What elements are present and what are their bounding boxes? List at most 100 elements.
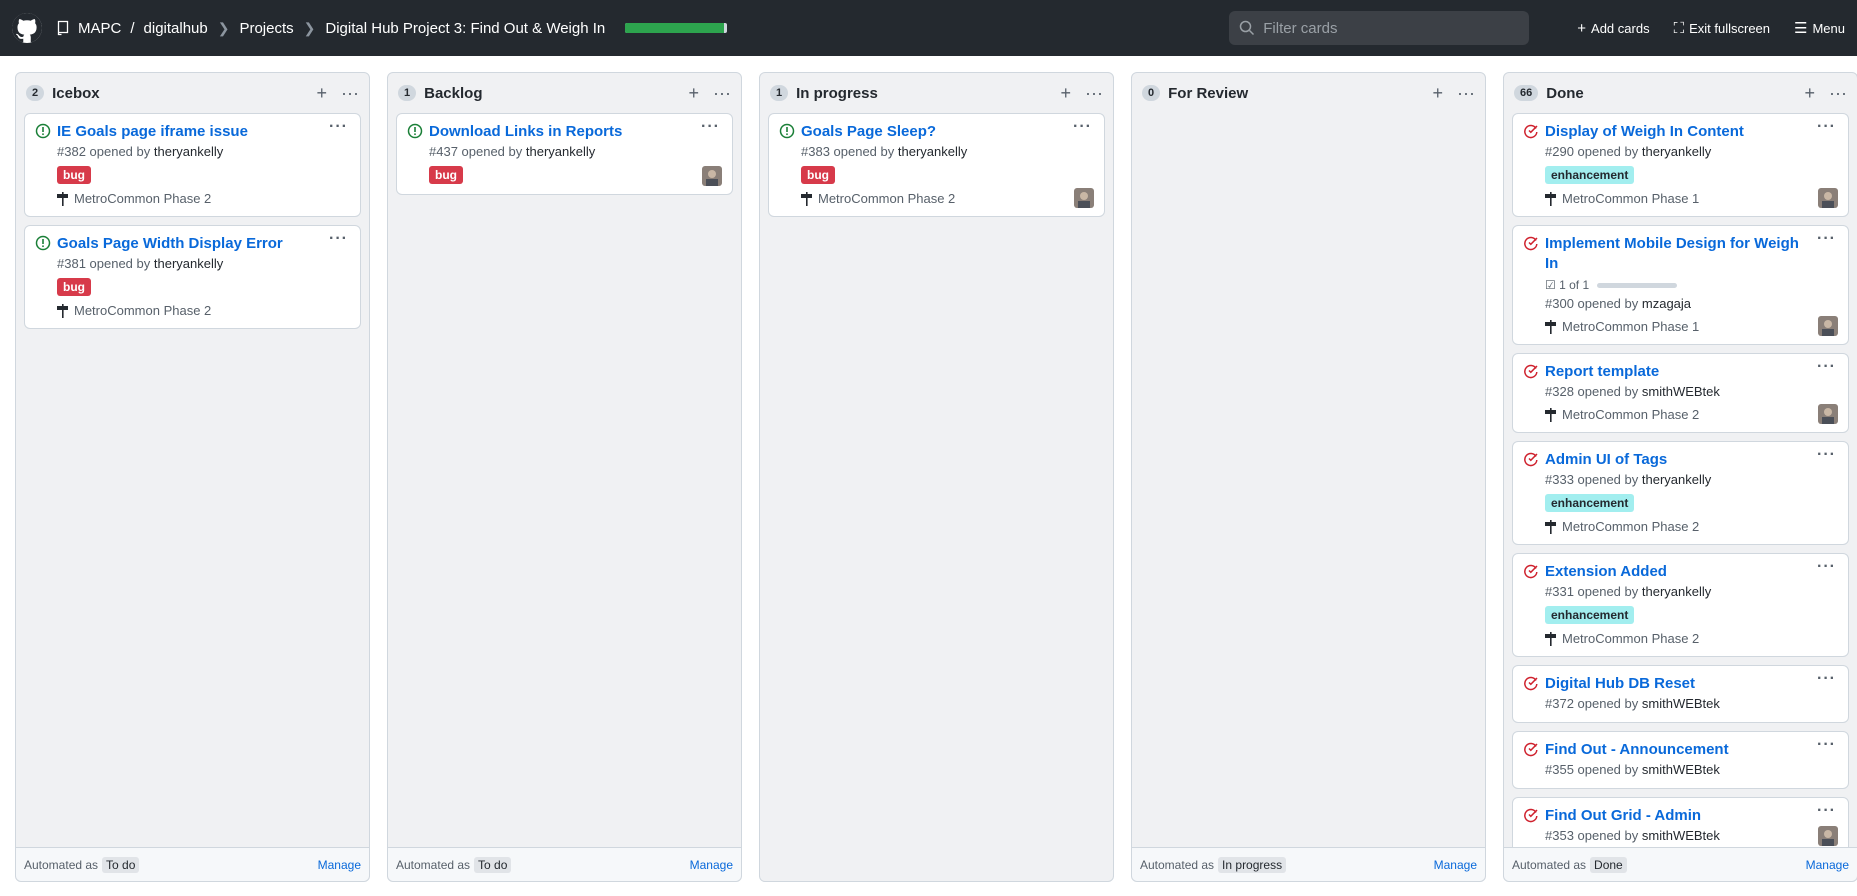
issue-label[interactable]: enhancement <box>1545 606 1635 624</box>
issue-card[interactable]: ··· IE Goals page iframe issue #382 opened… <box>24 113 361 217</box>
issue-title-link[interactable]: Implement Mobile Design for Weigh In <box>1545 234 1838 274</box>
milestone[interactable]: MetroCommon Phase 2 <box>1545 518 1838 536</box>
plus-icon[interactable]: + <box>1061 83 1072 104</box>
issue-label[interactable]: bug <box>57 278 91 296</box>
issue-title-link[interactable]: Extension Added <box>1545 562 1838 582</box>
projects-link[interactable]: Projects <box>239 20 293 37</box>
filter-cards-input[interactable] <box>1263 19 1514 37</box>
issue-title-link[interactable]: Find Out Grid - Admin <box>1545 806 1838 826</box>
card-menu-icon[interactable]: ··· <box>1817 358 1836 376</box>
assignee-avatar[interactable] <box>702 166 722 186</box>
issue-label[interactable]: enhancement <box>1545 494 1635 512</box>
issue-card[interactable]: ··· Admin UI of Tags #333 opened by therya… <box>1512 441 1849 545</box>
manage-automation-link[interactable]: Manage <box>690 858 733 872</box>
issue-author[interactable]: smithWEBtek <box>1642 384 1720 399</box>
card-menu-icon[interactable]: ··· <box>1817 802 1836 820</box>
kebab-icon[interactable]: ··· <box>1829 83 1847 104</box>
assignee-avatar[interactable] <box>1818 188 1838 208</box>
card-menu-icon[interactable]: ··· <box>1817 118 1836 136</box>
plus-icon[interactable]: + <box>689 83 700 104</box>
issue-author[interactable]: theryankelly <box>898 144 967 159</box>
issue-label[interactable]: bug <box>57 166 91 184</box>
issue-title-link[interactable]: Goals Page Sleep? <box>801 122 1094 142</box>
issue-meta: #437 opened by theryankelly <box>429 142 722 162</box>
issue-card[interactable]: ··· Display of Weigh In Content #290 opene… <box>1512 113 1849 217</box>
card-menu-icon[interactable]: ··· <box>1817 558 1836 576</box>
card-menu-icon[interactable]: ··· <box>1073 118 1092 136</box>
issue-author[interactable]: smithWEBtek <box>1642 762 1720 777</box>
issue-title-link[interactable]: Goals Page Width Display Error <box>57 234 350 254</box>
kebab-icon[interactable]: ··· <box>1085 83 1103 104</box>
hamburger-icon: ☰ <box>1794 20 1808 37</box>
issue-card[interactable]: ··· Extension Added #331 opened by theryan… <box>1512 553 1849 657</box>
milestone[interactable]: MetroCommon Phase 1 <box>1545 318 1838 336</box>
assignee-avatar[interactable] <box>1818 826 1838 846</box>
issue-author[interactable]: theryankelly <box>154 144 223 159</box>
card-menu-icon[interactable]: ··· <box>1817 446 1836 464</box>
assignee-avatar[interactable] <box>1818 316 1838 336</box>
card-menu-icon[interactable]: ··· <box>1817 230 1836 248</box>
issue-card[interactable]: ··· Digital Hub DB Reset #372 opened by sm… <box>1512 665 1849 723</box>
plus-icon[interactable]: + <box>1433 83 1444 104</box>
issue-card[interactable]: ··· Implement Mobile Design for Weigh In ☑… <box>1512 225 1849 345</box>
plus-icon[interactable]: + <box>317 83 328 104</box>
issue-card[interactable]: ··· Find Out - Announcement #355 opened by… <box>1512 731 1849 789</box>
exit-fullscreen-button[interactable]: ⛶ Exit fullscreen <box>1674 20 1770 37</box>
plus-icon[interactable]: + <box>1805 83 1816 104</box>
issue-title-link[interactable]: Download Links in Reports <box>429 122 722 142</box>
card-menu-icon[interactable]: ··· <box>701 118 720 136</box>
issue-card[interactable]: ··· Goals Page Sleep? #383 opened by thery… <box>768 113 1105 217</box>
milestone[interactable]: MetroCommon Phase 2 <box>1545 406 1838 424</box>
project-title[interactable]: Digital Hub Project 3: Find Out & Weigh … <box>325 20 605 37</box>
manage-automation-link[interactable]: Manage <box>1806 858 1849 872</box>
milestone[interactable]: MetroCommon Phase 2 <box>801 190 1094 208</box>
card-menu-icon[interactable]: ··· <box>329 230 348 248</box>
issue-title-link[interactable]: Display of Weigh In Content <box>1545 122 1838 142</box>
kebab-icon[interactable]: ··· <box>713 83 731 104</box>
card-menu-icon[interactable]: ··· <box>329 118 348 136</box>
issue-title-link[interactable]: Admin UI of Tags <box>1545 450 1838 470</box>
menu-button[interactable]: ☰ Menu <box>1794 19 1845 37</box>
issue-label[interactable]: bug <box>801 166 835 184</box>
issue-card[interactable]: ··· Goals Page Width Display Error #381 op… <box>24 225 361 329</box>
issue-author[interactable]: mzagaja <box>1642 296 1691 311</box>
add-cards-button[interactable]: + Add cards <box>1577 20 1649 37</box>
card-menu-icon[interactable]: ··· <box>1817 670 1836 688</box>
progress-fill <box>625 23 725 33</box>
kebab-icon[interactable]: ··· <box>1457 83 1475 104</box>
issue-label[interactable]: bug <box>429 166 463 184</box>
project-progress-bar <box>625 23 728 33</box>
issue-author[interactable]: theryankelly <box>1642 472 1711 487</box>
issue-card[interactable]: ··· Download Links in Reports #437 opened … <box>396 113 733 195</box>
issue-title-link[interactable]: Find Out - Announcement <box>1545 740 1838 760</box>
milestone[interactable]: MetroCommon Phase 2 <box>1545 630 1838 648</box>
assignee-avatar[interactable] <box>1818 404 1838 424</box>
milestone-icon <box>1545 192 1556 206</box>
issue-card[interactable]: ··· Report template #328 opened by smithWE… <box>1512 353 1849 433</box>
issue-author[interactable]: theryankelly <box>1642 144 1711 159</box>
issue-author[interactable]: theryankelly <box>526 144 595 159</box>
issue-title-link[interactable]: Digital Hub DB Reset <box>1545 674 1838 694</box>
issue-label[interactable]: enhancement <box>1545 166 1635 184</box>
column-title: Done <box>1546 84 1584 102</box>
milestone[interactable]: MetroCommon Phase 2 <box>57 190 350 208</box>
issue-number: #383 opened by <box>801 144 895 159</box>
org-link[interactable]: MAPC <box>78 20 121 37</box>
milestone[interactable]: MetroCommon Phase 1 <box>1545 190 1838 208</box>
manage-automation-link[interactable]: Manage <box>318 858 361 872</box>
issue-title-link[interactable]: Report template <box>1545 362 1838 382</box>
manage-automation-link[interactable]: Manage <box>1434 858 1477 872</box>
card-menu-icon[interactable]: ··· <box>1817 736 1836 754</box>
issue-number: #333 opened by <box>1545 472 1639 487</box>
issue-author[interactable]: smithWEBtek <box>1642 828 1720 843</box>
kebab-icon[interactable]: ··· <box>341 83 359 104</box>
assignee-avatar[interactable] <box>1074 188 1094 208</box>
repo-link[interactable]: digitalhub <box>144 20 208 37</box>
filter-cards-box[interactable] <box>1229 11 1530 45</box>
issue-author[interactable]: smithWEBtek <box>1642 696 1720 711</box>
github-logo-icon[interactable] <box>12 13 42 43</box>
milestone[interactable]: MetroCommon Phase 2 <box>57 302 350 320</box>
issue-title-link[interactable]: IE Goals page iframe issue <box>57 122 350 142</box>
issue-author[interactable]: theryankelly <box>1642 584 1711 599</box>
issue-author[interactable]: theryankelly <box>154 256 223 271</box>
